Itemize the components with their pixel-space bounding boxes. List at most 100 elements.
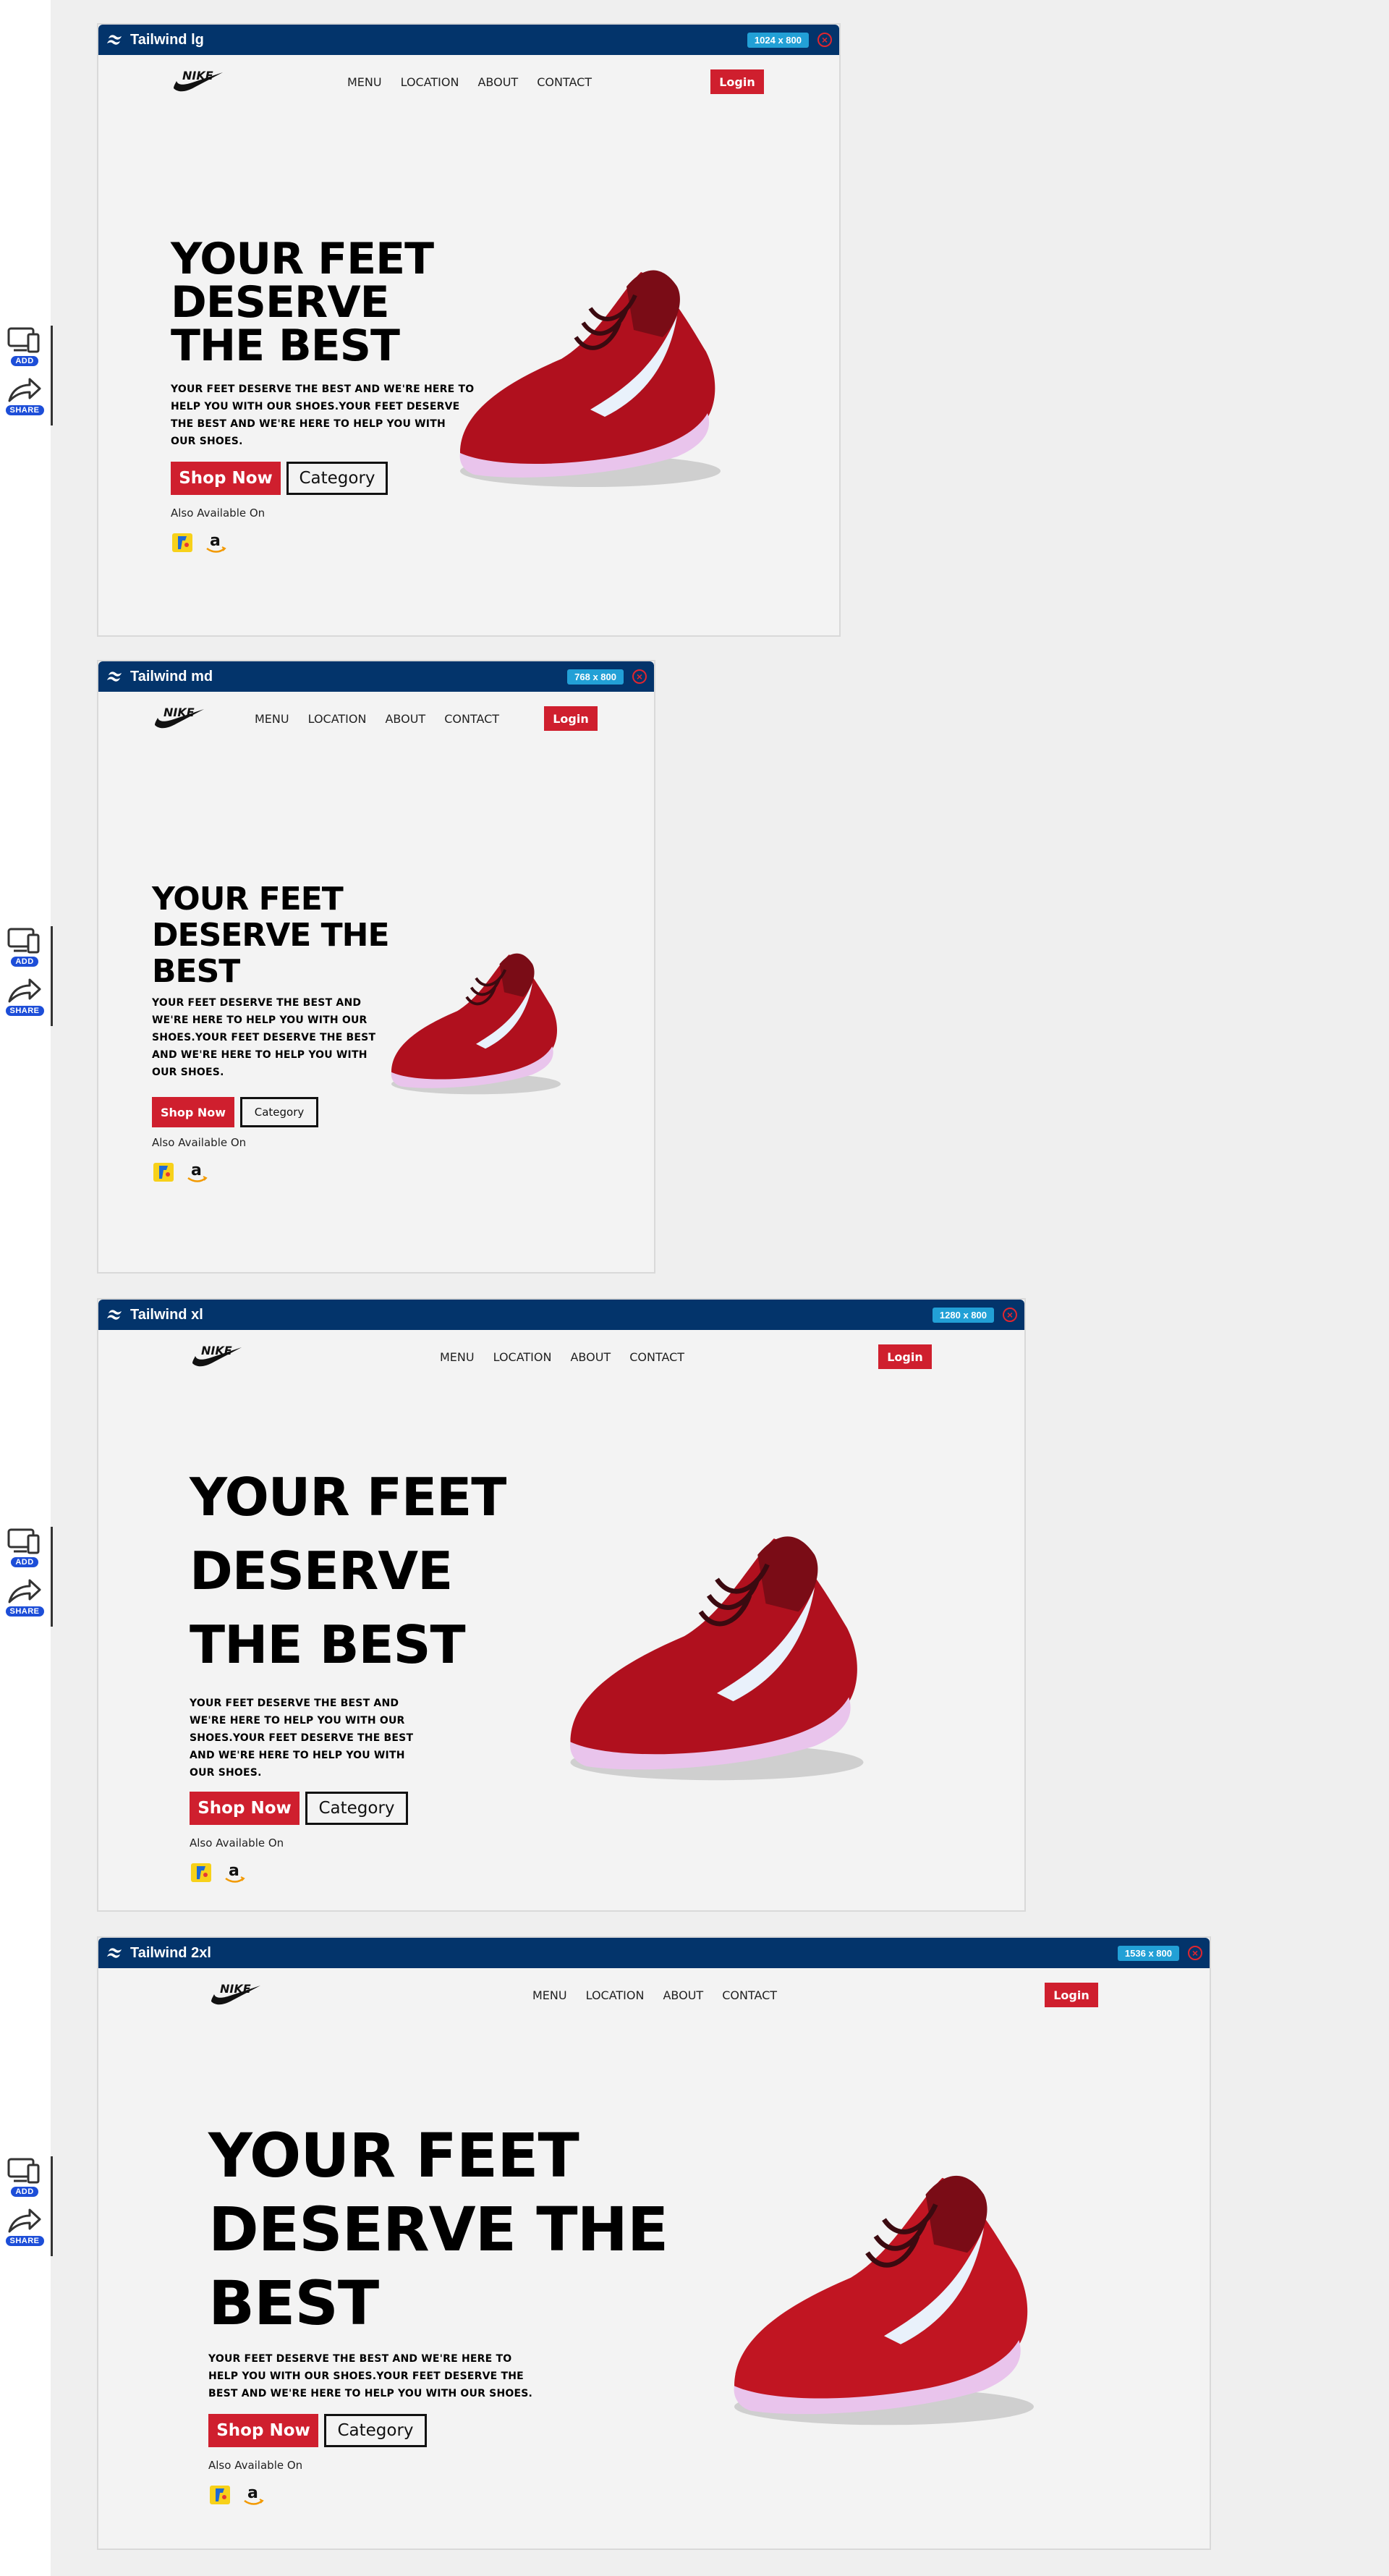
frame-name: Tailwind 2xl — [130, 1944, 211, 1961]
nav-item-location[interactable]: LOCATION — [586, 1988, 645, 2002]
hero-title-line: DESERVE — [171, 277, 390, 328]
side-tools-1: ADD SHARE — [5, 326, 53, 425]
frame-size-badge: 1024 x 800 — [747, 32, 809, 48]
store-icons: a — [171, 530, 227, 554]
hero-title-line: THE BEST — [190, 1614, 466, 1675]
share-button[interactable]: SHARE — [5, 1577, 44, 1617]
add-device-button[interactable]: ADD — [6, 2156, 43, 2197]
shop-now-button[interactable]: Shop Now — [152, 1097, 234, 1127]
nike-logo[interactable]: NIKE — [171, 67, 224, 96]
tailwind-icon — [107, 1948, 122, 1958]
devices-icon — [7, 327, 40, 353]
nav-item-location[interactable]: LOCATION — [401, 75, 459, 89]
hero-text-line: OUR SHOES. — [152, 1067, 224, 1078]
store-icons: a — [208, 2482, 265, 2507]
side-divider — [51, 1527, 53, 1627]
shop-now-button[interactable]: Shop Now — [171, 462, 281, 495]
login-button[interactable]: Login — [1045, 1983, 1098, 2007]
flipkart-icon[interactable] — [171, 530, 194, 554]
close-frame-button[interactable]: × — [817, 33, 832, 47]
hero-text-line: SHOES.YOUR FEET DESERVE THE BEST — [190, 1732, 414, 1744]
nav-item-contact[interactable]: CONTACT — [629, 1350, 684, 1364]
add-device-button[interactable]: ADD — [6, 926, 43, 967]
category-button[interactable]: Category — [324, 2414, 427, 2447]
nav-item-location[interactable]: LOCATION — [308, 712, 367, 726]
frame-title-bar: Tailwind 2xl 1536 x 800 × — [98, 1938, 1210, 1968]
hero-title-line: YOUR FEET — [152, 881, 344, 918]
share-button[interactable]: SHARE — [5, 977, 44, 1016]
navbar: NIKE MENU LOCATION ABOUT CONTACT Login — [98, 1968, 1210, 2019]
shop-now-button[interactable]: Shop Now — [190, 1792, 300, 1825]
nav-item-about[interactable]: ABOUT — [663, 1988, 703, 2002]
hero-title: YOUR FEET DESERVE THE BEST — [152, 881, 390, 990]
share-icon — [8, 1579, 41, 1603]
nav-item-about[interactable]: ABOUT — [477, 75, 518, 89]
hero-title: YOUR FEET DESERVE THE BEST — [208, 2119, 668, 2340]
amazon-icon[interactable]: a — [204, 530, 227, 554]
store-icons: a — [190, 1860, 246, 1884]
close-frame-button[interactable]: × — [632, 669, 647, 684]
svg-text:a: a — [229, 1862, 239, 1880]
hero-text-line: HELP YOU WITH OUR SHOES.YOUR FEET DESERV… — [208, 2370, 524, 2382]
nav-item-menu[interactable]: MENU — [440, 1350, 475, 1364]
frame-content: NIKE MENU LOCATION ABOUT CONTACT Login Y… — [98, 55, 839, 635]
nav-menu: MENU LOCATION ABOUT CONTACT — [440, 1350, 703, 1364]
frame-title-bar: Tailwind xl 1280 x 800 × — [98, 1300, 1024, 1330]
frame-size-badge: 1280 x 800 — [932, 1307, 994, 1323]
nike-logo[interactable]: NIKE — [190, 1342, 243, 1370]
hero-text-line: YOUR FEET DESERVE THE BEST AND WE'RE HER… — [208, 2353, 512, 2365]
also-available-label: Also Available On — [208, 2459, 303, 2472]
hero-text-line: YOUR FEET DESERVE THE BEST AND — [152, 997, 362, 1009]
nike-logo[interactable]: NIKE — [208, 1980, 262, 2009]
nav-item-about[interactable]: ABOUT — [570, 1350, 611, 1364]
also-available-label: Also Available On — [152, 1136, 247, 1149]
share-label: SHARE — [5, 1006, 44, 1016]
hero-title-line: BEST — [152, 953, 240, 990]
nav-item-contact[interactable]: CONTACT — [537, 75, 592, 89]
nav-item-menu[interactable]: MENU — [532, 1988, 567, 2002]
side-tools-3: ADD SHARE — [5, 1527, 53, 1627]
navbar: NIKE MENU LOCATION ABOUT CONTACT Login — [98, 1330, 1024, 1381]
nike-logo[interactable]: NIKE — [152, 703, 205, 732]
login-button[interactable]: Login — [544, 706, 598, 731]
flipkart-icon[interactable] — [152, 1160, 175, 1183]
category-button[interactable]: Category — [305, 1792, 408, 1825]
login-button[interactable]: Login — [878, 1344, 932, 1369]
close-frame-button[interactable]: × — [1188, 1946, 1202, 1960]
frame-tailwind-2xl: Tailwind 2xl 1536 x 800 × NIKE MENU LOCA… — [97, 1936, 1211, 2550]
flipkart-icon[interactable] — [190, 1860, 213, 1884]
frame-size-badge: 768 x 800 — [567, 669, 624, 685]
hero-text-line: OUR SHOES. — [171, 436, 243, 447]
nav-item-location[interactable]: LOCATION — [493, 1350, 552, 1364]
amazon-icon[interactable]: a — [242, 2482, 265, 2507]
frame-size-badge: 1536 x 800 — [1117, 1945, 1179, 1961]
shop-now-button[interactable]: Shop Now — [208, 2414, 318, 2447]
frame-name: Tailwind lg — [130, 31, 204, 48]
nav-item-contact[interactable]: CONTACT — [444, 712, 499, 726]
nav-item-menu[interactable]: MENU — [347, 75, 382, 89]
add-device-button[interactable]: ADD — [6, 326, 43, 366]
close-frame-button[interactable]: × — [1003, 1308, 1017, 1322]
share-label: SHARE — [5, 1606, 44, 1617]
share-button[interactable]: SHARE — [5, 2207, 44, 2246]
amazon-icon[interactable]: a — [185, 1159, 208, 1184]
category-button[interactable]: Category — [240, 1097, 318, 1127]
hero-description: YOUR FEET DESERVE THE BEST AND WE'RE HER… — [208, 2350, 532, 2402]
svg-text:NIKE: NIKE — [201, 1344, 232, 1357]
amazon-icon[interactable]: a — [223, 1860, 246, 1884]
hero-title-line: BEST — [208, 2268, 379, 2339]
frame-content: NIKE MENU LOCATION ABOUT CONTACT Login Y… — [98, 692, 654, 1272]
nav-item-menu[interactable]: MENU — [255, 712, 289, 726]
login-button[interactable]: Login — [710, 69, 764, 94]
category-button[interactable]: Category — [286, 462, 388, 495]
nav-menu: MENU LOCATION ABOUT CONTACT — [255, 712, 518, 726]
frame-tailwind-md: Tailwind md 768 x 800 × NIKE MENU LOCATI… — [97, 660, 655, 1274]
nav-item-contact[interactable]: CONTACT — [722, 1988, 777, 2002]
share-icon — [8, 2208, 41, 2233]
store-icons: a — [152, 1159, 208, 1184]
hero-text-line: OUR SHOES. — [190, 1767, 262, 1779]
flipkart-icon[interactable] — [208, 2483, 232, 2506]
add-device-button[interactable]: ADD — [6, 1527, 43, 1567]
share-button[interactable]: SHARE — [5, 376, 44, 415]
nav-item-about[interactable]: ABOUT — [385, 712, 425, 726]
